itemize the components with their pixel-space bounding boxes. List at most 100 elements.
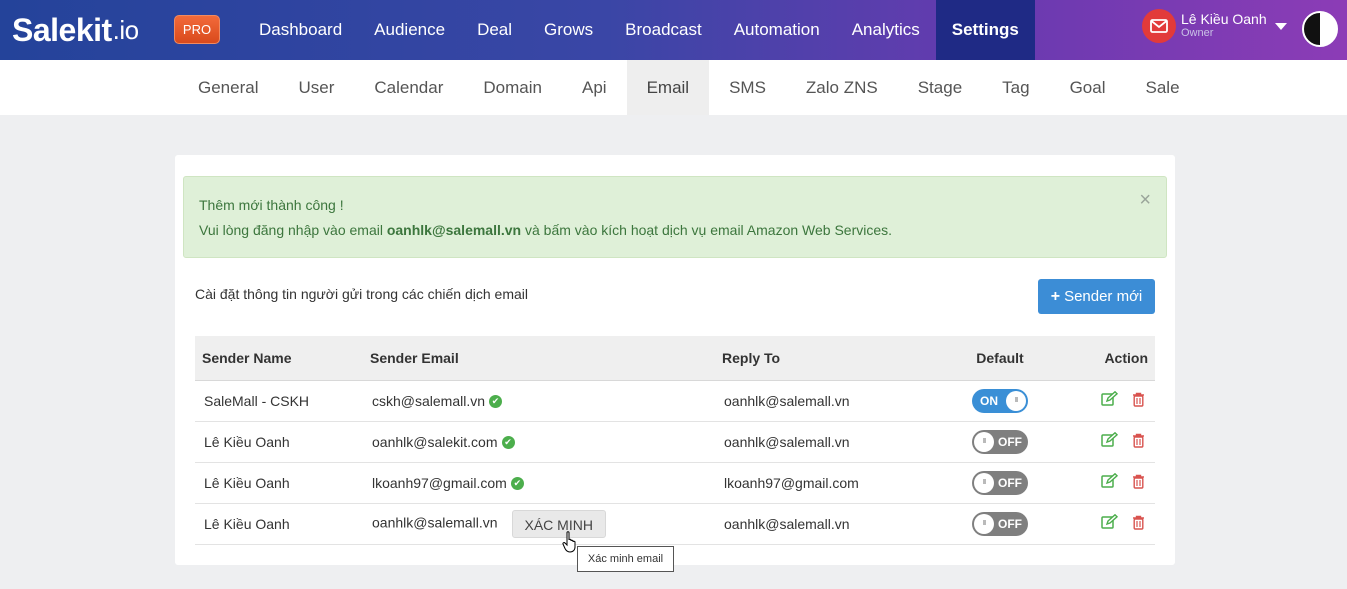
col-reply-to: Reply To <box>715 336 945 381</box>
toggle-label: ON <box>980 393 998 408</box>
reply-to: oanhlk@salemall.vn <box>724 433 850 450</box>
success-alert: Thêm mới thành công ! Vui lòng đăng nhập… <box>183 176 1167 258</box>
close-icon[interactable]: × <box>1139 189 1151 212</box>
action-cell <box>1055 380 1155 421</box>
avatar[interactable] <box>1302 11 1338 47</box>
toggle-knob: III <box>974 472 994 493</box>
toggle-knob: III <box>1006 390 1026 411</box>
edit-icon[interactable] <box>1101 390 1119 410</box>
nav-item-analytics[interactable]: Analytics <box>836 0 936 60</box>
tab-user[interactable]: User <box>278 60 354 115</box>
nav-item-audience[interactable]: Audience <box>358 0 461 60</box>
tab-email[interactable]: Email <box>626 60 710 115</box>
plus-icon: + <box>1050 287 1061 305</box>
nav-item-settings[interactable]: Settings <box>935 0 1035 60</box>
col-action: Action <box>1055 336 1155 381</box>
default-toggle[interactable]: ON III <box>972 388 1028 413</box>
tab-goal[interactable]: Goal <box>1050 60 1126 115</box>
trash-icon[interactable] <box>1132 515 1145 533</box>
tab-api[interactable]: Api <box>562 60 627 115</box>
alert-message: Vui lòng đăng nhập vào email oanhlk@sale… <box>199 222 892 238</box>
table-header-row: Sender Name Sender Email Reply To Defaul… <box>195 336 1155 381</box>
user-name: Lê Kiều Oanh <box>1181 11 1267 27</box>
sender-email-cell: cskh@salemall.vn ✔ <box>363 380 715 421</box>
edit-icon[interactable] <box>1101 513 1119 533</box>
table-row: Lê Kiều Oanh oanhlk@salekit.com ✔ oanhlk@… <box>195 421 1155 462</box>
user-role: Owner <box>1181 27 1214 39</box>
reply-to: oanhlk@salemall.vn <box>724 515 850 532</box>
mail-icon <box>1142 9 1176 43</box>
tab-sale[interactable]: Sale <box>1126 60 1200 115</box>
edit-icon[interactable] <box>1101 472 1119 492</box>
nav-item-automation[interactable]: Automation <box>718 0 836 60</box>
default-cell: ON III <box>945 380 1055 421</box>
col-sender-name: Sender Name <box>195 336 363 381</box>
hand-cursor-icon <box>562 531 578 558</box>
brand-logo[interactable]: Salekit .io <box>12 10 139 50</box>
brand-name: Salekit <box>12 11 112 48</box>
col-sender-email: Sender Email <box>363 336 715 381</box>
new-sender-button[interactable]: + Sender mới <box>1038 279 1155 314</box>
main-nav: Dashboard Audience Deal Grows Broadcast … <box>243 0 1035 60</box>
reply-to: oanhlk@salemall.vn <box>724 392 850 409</box>
table-row: Lê Kiều Oanh oanhlk@salemall.vn XÁC MINH … <box>195 503 1155 544</box>
section-description: Cài đặt thông tin người gửi trong các ch… <box>195 286 528 302</box>
caret-down-icon <box>1274 22 1287 30</box>
default-toggle[interactable]: III OFF <box>972 511 1028 536</box>
tab-general[interactable]: General <box>178 60 278 115</box>
new-sender-label: Sender mới <box>1064 288 1143 305</box>
tab-domain[interactable]: Domain <box>463 60 562 115</box>
action-cell <box>1055 421 1155 462</box>
trash-icon[interactable] <box>1132 433 1145 451</box>
toggle-label: OFF <box>998 475 1022 490</box>
reply-to: lkoanh97@gmail.com <box>724 474 859 491</box>
nav-item-dashboard[interactable]: Dashboard <box>243 0 358 60</box>
sender-name: SaleMall - CSKH <box>204 392 310 409</box>
toggle-label: OFF <box>998 516 1022 531</box>
alert-title: Thêm mới thành công ! <box>199 197 344 213</box>
sender-email: oanhlk@salekit.com <box>372 433 498 450</box>
tab-zalo-zns[interactable]: Zalo ZNS <box>786 60 898 115</box>
alert-message-suffix: và bấm vào kích hoạt dịch vụ email Amazo… <box>521 222 893 238</box>
verified-check-icon: ✔ <box>501 436 515 450</box>
settings-subnav: General User Calendar Domain Api Email S… <box>0 60 1347 115</box>
default-cell: III OFF <box>945 503 1055 544</box>
default-cell: III OFF <box>945 421 1055 462</box>
sender-email: lkoanh97@gmail.com <box>372 474 507 491</box>
user-info: Lê Kiều Oanh Owner <box>1181 12 1267 40</box>
col-default: Default <box>945 336 1055 381</box>
pro-badge: PRO <box>174 15 220 44</box>
tab-tag[interactable]: Tag <box>982 60 1049 115</box>
alert-email: oanhlk@salemall.vn <box>386 222 522 238</box>
sender-email-cell: lkoanh97@gmail.com ✔ <box>363 462 715 503</box>
sender-email: cskh@salemall.vn <box>372 392 486 409</box>
brand-suffix: .io <box>112 14 139 45</box>
sender-name: Lê Kiều Oanh <box>204 515 290 532</box>
tab-stage[interactable]: Stage <box>898 60 982 115</box>
email-settings-panel: Thêm mới thành công ! Vui lòng đăng nhập… <box>175 155 1175 565</box>
sender-name: Lê Kiều Oanh <box>204 474 290 491</box>
default-toggle[interactable]: III OFF <box>972 470 1028 495</box>
nav-item-deal[interactable]: Deal <box>461 0 528 60</box>
alert-message-prefix: Vui lòng đăng nhập vào email <box>199 222 387 238</box>
sender-table: Sender Name Sender Email Reply To Defaul… <box>195 336 1155 545</box>
verify-email-button[interactable]: XÁC MINH <box>511 509 606 538</box>
trash-icon[interactable] <box>1132 474 1145 492</box>
verify-email-tooltip: Xác minh email <box>577 546 674 572</box>
trash-icon[interactable] <box>1132 392 1145 410</box>
action-cell <box>1055 462 1155 503</box>
toggle-label: OFF <box>998 434 1022 449</box>
toggle-knob: III <box>974 513 994 534</box>
sender-name: Lê Kiều Oanh <box>204 433 290 450</box>
table-row: SaleMall - CSKH cskh@salemall.vn ✔ oanhlk… <box>195 380 1155 421</box>
edit-icon[interactable] <box>1101 431 1119 451</box>
sender-email-cell: oanhlk@salemall.vn XÁC MINH <box>363 503 715 544</box>
default-toggle[interactable]: III OFF <box>972 429 1028 454</box>
nav-item-grows[interactable]: Grows <box>528 0 609 60</box>
tab-sms[interactable]: SMS <box>709 60 786 115</box>
sender-email: oanhlk@salemall.vn <box>372 514 498 531</box>
tab-calendar[interactable]: Calendar <box>354 60 463 115</box>
user-menu[interactable]: Lê Kiều Oanh Owner <box>1142 9 1287 43</box>
sender-email-cell: oanhlk@salekit.com ✔ <box>363 421 715 462</box>
nav-item-broadcast[interactable]: Broadcast <box>609 0 718 60</box>
